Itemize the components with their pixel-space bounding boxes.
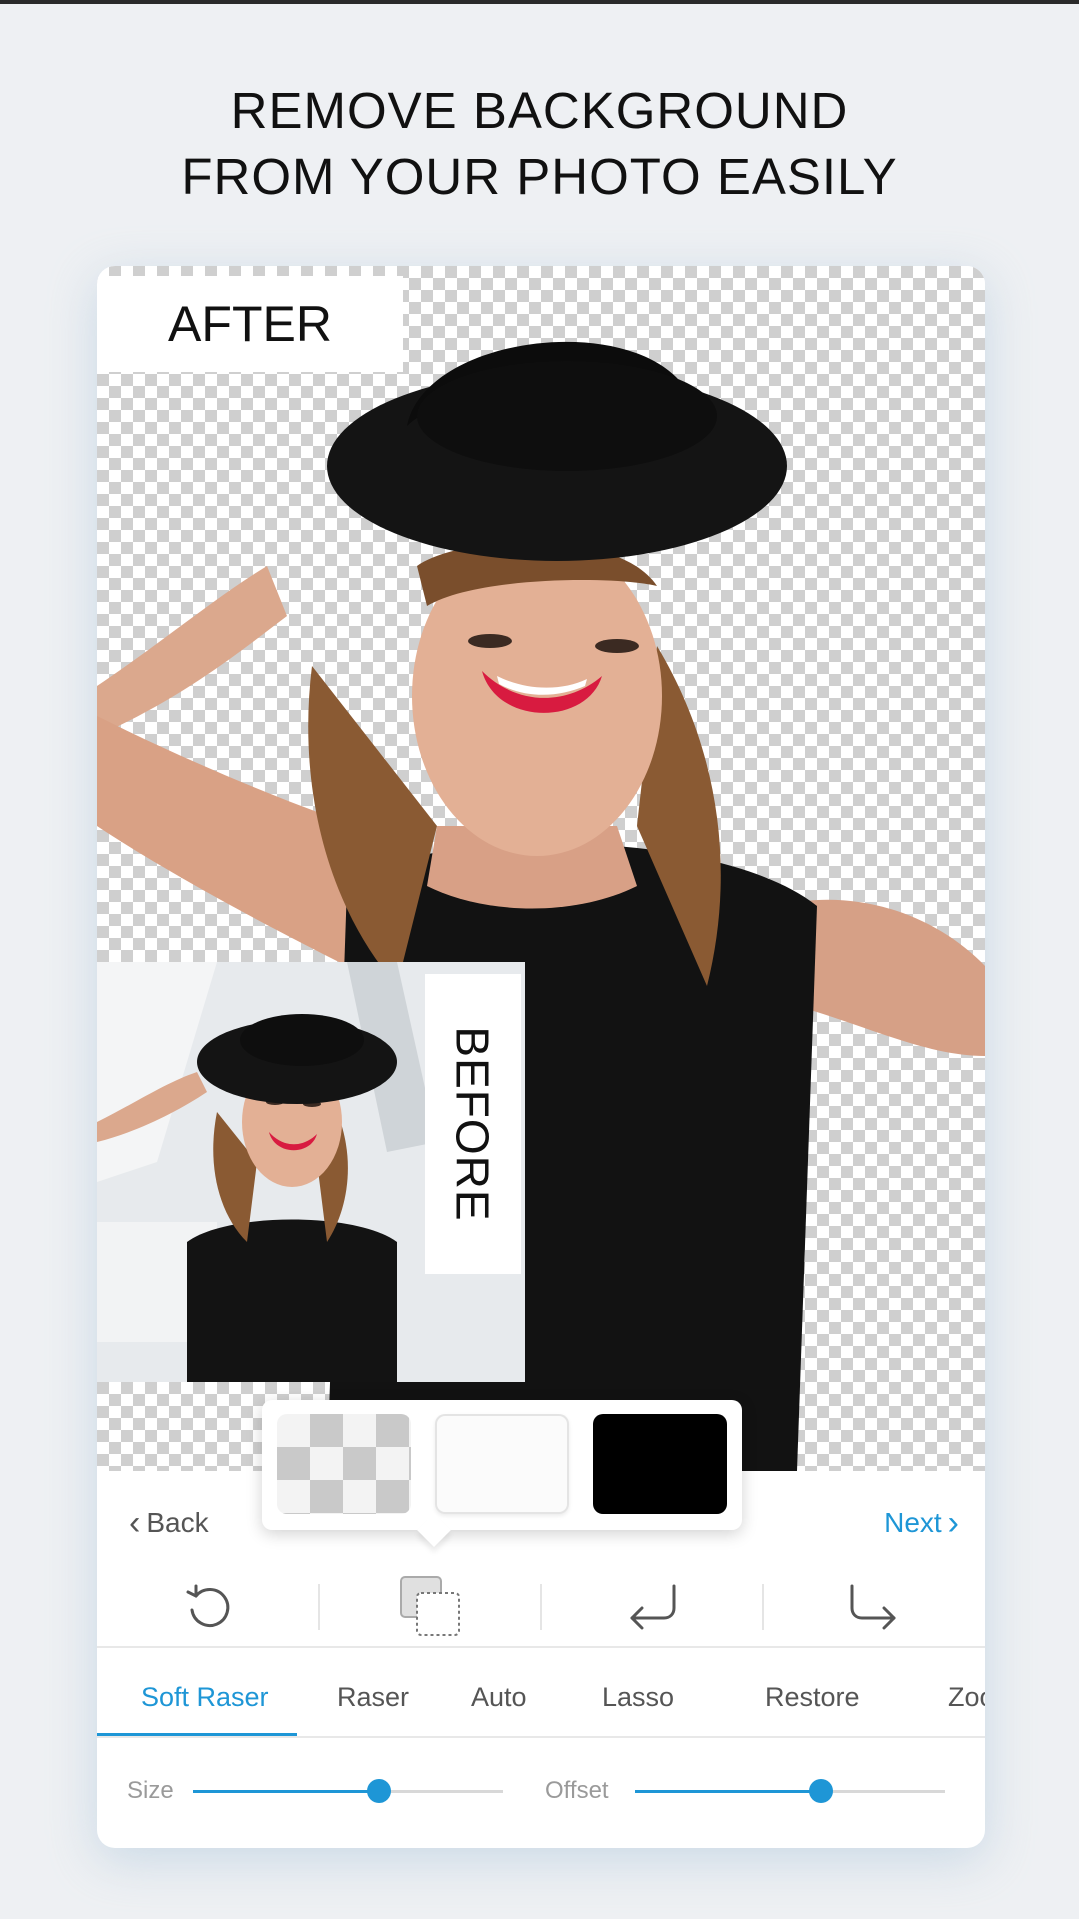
next-label: Next bbox=[884, 1507, 942, 1538]
redo-icon bbox=[850, 1584, 896, 1630]
headline-line-1: REMOVE BACKGROUND bbox=[230, 82, 849, 139]
before-label: BEFORE bbox=[447, 1026, 499, 1222]
headline: REMOVE BACKGROUND FROM YOUR PHOTO EASILY bbox=[0, 78, 1079, 210]
tab-lasso[interactable]: Lasso bbox=[602, 1661, 674, 1733]
editor-card: AFTER BEFORE ‹ Back Next › Soft Raser Ra… bbox=[97, 266, 985, 1848]
tool-tabs: Soft Raser Raser Auto Lasso Restore Zoo bbox=[97, 1661, 985, 1733]
size-label: Size bbox=[127, 1777, 174, 1804]
offset-slider[interactable] bbox=[635, 1779, 945, 1803]
size-slider[interactable] bbox=[193, 1779, 503, 1803]
background-layers-icon bbox=[400, 1576, 460, 1636]
rotate-reset-icon bbox=[186, 1584, 230, 1627]
offset-slider-fill bbox=[635, 1790, 821, 1793]
chevron-right-icon: › bbox=[947, 1504, 959, 1542]
tab-zoom[interactable]: Zoo bbox=[948, 1661, 985, 1733]
tab-restore[interactable]: Restore bbox=[765, 1661, 860, 1733]
headline-line-2: FROM YOUR PHOTO EASILY bbox=[181, 148, 898, 205]
undo-icon bbox=[630, 1584, 676, 1630]
redo-button[interactable] bbox=[763, 1566, 985, 1646]
editing-canvas[interactable]: AFTER BEFORE bbox=[97, 266, 985, 1471]
divider bbox=[97, 1736, 985, 1738]
status-bar-strip bbox=[0, 0, 1079, 4]
background-layers-button[interactable] bbox=[319, 1566, 541, 1646]
before-label-box: BEFORE bbox=[425, 974, 521, 1274]
reset-button[interactable] bbox=[97, 1566, 319, 1646]
chevron-left-icon: ‹ bbox=[129, 1504, 141, 1542]
tab-raser[interactable]: Raser bbox=[337, 1661, 409, 1733]
tab-soft-raser[interactable]: Soft Raser bbox=[141, 1661, 269, 1733]
next-button[interactable]: Next › bbox=[884, 1493, 965, 1553]
slider-row: Size Offset bbox=[97, 1761, 985, 1821]
after-label: AFTER bbox=[97, 276, 403, 372]
tool-row bbox=[97, 1566, 985, 1646]
offset-label: Offset bbox=[545, 1777, 609, 1804]
offset-slider-thumb[interactable] bbox=[809, 1779, 833, 1803]
undo-button[interactable] bbox=[541, 1566, 763, 1646]
tab-auto[interactable]: Auto bbox=[471, 1661, 527, 1733]
before-preview[interactable]: BEFORE bbox=[97, 962, 525, 1382]
size-slider-thumb[interactable] bbox=[367, 1779, 391, 1803]
back-label: Back bbox=[146, 1507, 209, 1538]
size-slider-fill bbox=[193, 1790, 379, 1793]
divider bbox=[97, 1646, 985, 1648]
back-button[interactable]: ‹ Back bbox=[123, 1493, 209, 1553]
nav-row: ‹ Back Next › bbox=[97, 1493, 985, 1553]
